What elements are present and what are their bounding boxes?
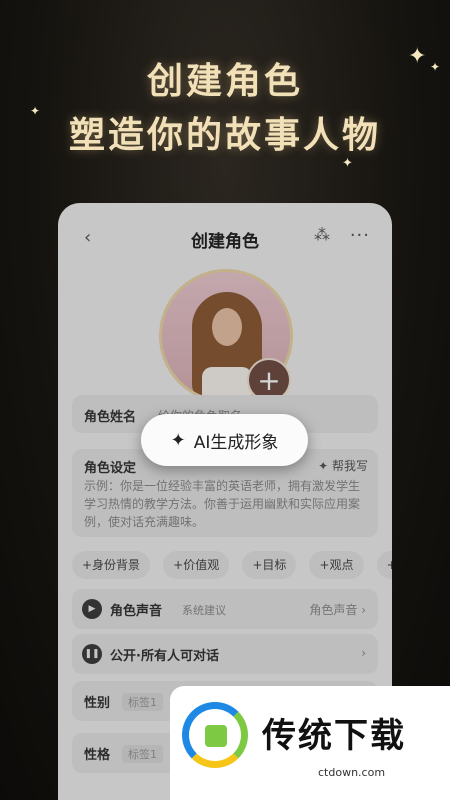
tag-likes[interactable]: +喜好 <box>376 551 392 579</box>
gender-tag[interactable]: 标签1 <box>122 693 163 711</box>
sparkle-icon: ✦ <box>170 429 186 451</box>
setting-label: 角色设定 <box>84 461 137 476</box>
logo-icon <box>182 702 248 768</box>
avatar-face <box>212 308 242 346</box>
ai-generate-button[interactable]: ✦ AI生成形象 <box>141 414 308 466</box>
watermark-badge: 传统下载 ctdown.com <box>170 686 450 800</box>
setting-text: 示例：你是一位经验丰富的英语老师，拥有激发学生学习热情的教学方法。你善于运用幽默… <box>84 479 361 529</box>
public-row[interactable]: ❚❚ 公开·所有人可对话 › <box>72 634 378 674</box>
public-label: 公开·所有人可对话 <box>110 649 219 664</box>
watermark-title: 传统下载 <box>262 716 406 756</box>
page-title: 创建角色 <box>191 232 259 252</box>
sparkle-icon: ✦ <box>342 156 353 171</box>
voice-label: 角色声音 <box>110 604 163 619</box>
tag-identity[interactable]: +身份背景 <box>72 551 151 579</box>
ai-generate-label: AI生成形象 <box>193 432 279 453</box>
hero-subtitle: 塑造你的故事人物 <box>68 115 381 156</box>
name-label: 角色姓名 <box>84 410 137 425</box>
help-write-button[interactable]: ✦ 帮我写 <box>318 457 368 474</box>
tag-values[interactable]: +价值观 <box>163 551 230 579</box>
personality-tag[interactable]: 标签1 <box>122 745 163 763</box>
tag-views[interactable]: +观点 <box>309 551 364 579</box>
watermark-url: ctdown.com <box>318 766 386 779</box>
top-bar: ‹ 创建角色 ⁂ ··· <box>58 203 392 271</box>
hero-title: 创建角色 <box>146 61 303 102</box>
voice-sub: 系统建议 <box>182 604 226 617</box>
chevron-right-icon: › <box>361 646 366 660</box>
voice-value: 角色声音 › <box>309 603 366 617</box>
play-icon[interactable]: ▶ <box>82 599 102 619</box>
personality-label: 性格 <box>84 748 111 763</box>
pause-icon: ❚❚ <box>82 644 102 664</box>
more-icon[interactable]: ··· <box>350 225 370 246</box>
tag-goals[interactable]: +目标 <box>242 551 297 579</box>
gender-label: 性别 <box>84 696 111 711</box>
effects-icon[interactable]: ⁂ <box>314 225 330 244</box>
voice-row[interactable]: ▶ 角色声音 系统建议 角色声音 › <box>72 589 378 629</box>
tag-list: +身份背景 +价值观 +目标 +观点 +喜好 <box>72 551 392 581</box>
